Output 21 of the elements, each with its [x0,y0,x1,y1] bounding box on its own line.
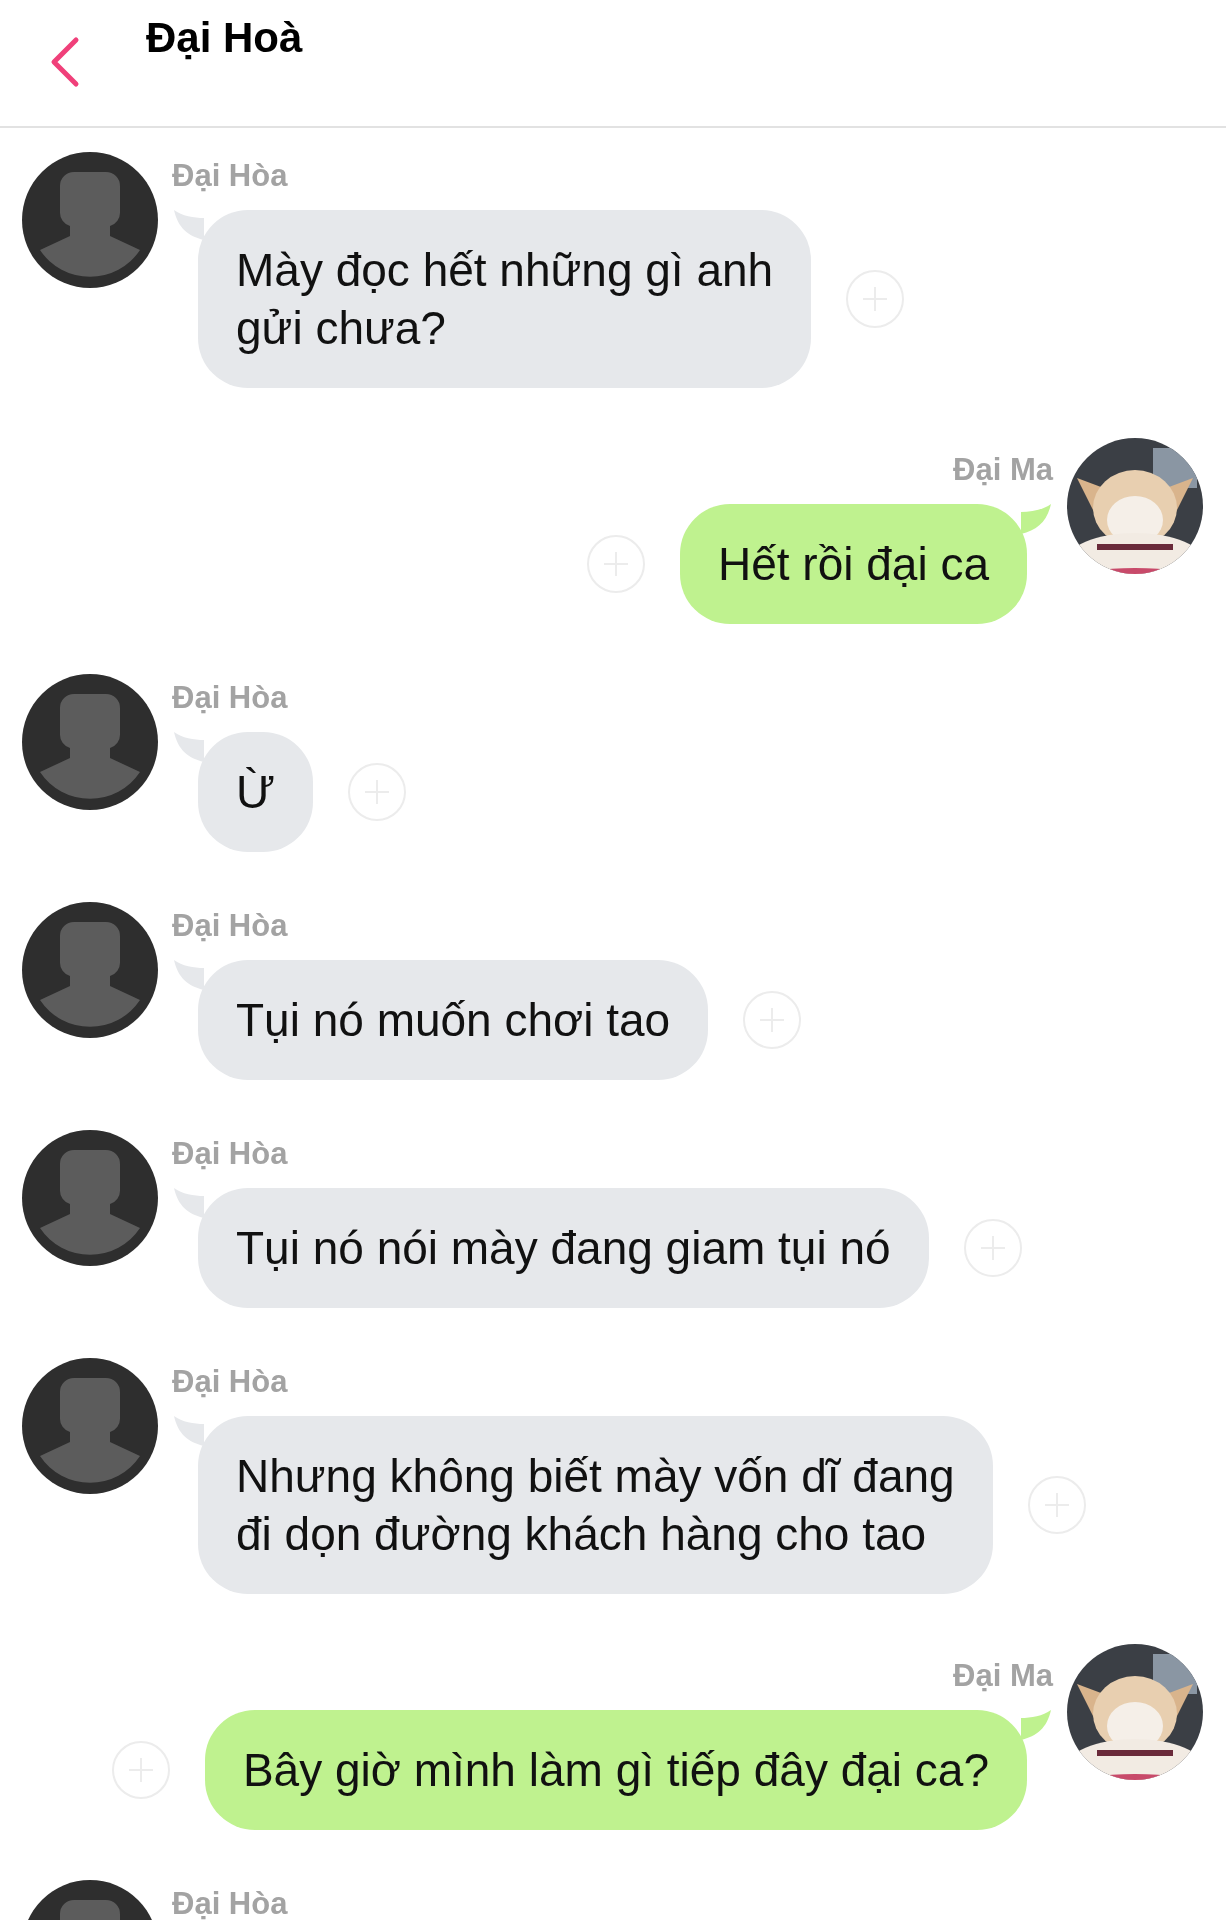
message-bubble: Hết rồi đại ca [680,504,1027,624]
sender-name: Đại Hòa [172,1885,288,1920]
message-bubble: Nhưng không biết mày vốn dĩ đang đi dọn đường khách hàng cho tao [198,1416,993,1594]
message-bubble: Mày đọc hết những gì anh gửi chưa? [198,210,812,388]
sender-name: Đại Hòa [172,907,288,945]
sender-name: Đại Hòa [172,1135,288,1173]
avatar-icon [22,674,158,810]
avatar-icon [22,1358,158,1494]
avatar-icon [22,152,158,288]
sender-name: Đại Hòa [172,157,288,195]
message-bubble: Ừ [198,732,314,852]
chat-title: Đại Hoà [146,13,303,63]
sender-name: Đại Hòa [172,679,288,717]
sender-name: Đại Ma [953,451,1053,489]
message-bubble: Tụi nó nói mày đang giam tụi nó [198,1188,929,1308]
message-bubble: Tụi nó muốn chơi tao [198,960,709,1080]
avatar-icon [22,1130,158,1266]
sender-name: Đại Ma [953,1657,1053,1695]
avatar-icon [22,902,158,1038]
sender-name: Đại Hòa [172,1363,288,1401]
message-bubble: Bây giờ mình làm gì tiếp đây đại ca? [204,1710,1027,1830]
